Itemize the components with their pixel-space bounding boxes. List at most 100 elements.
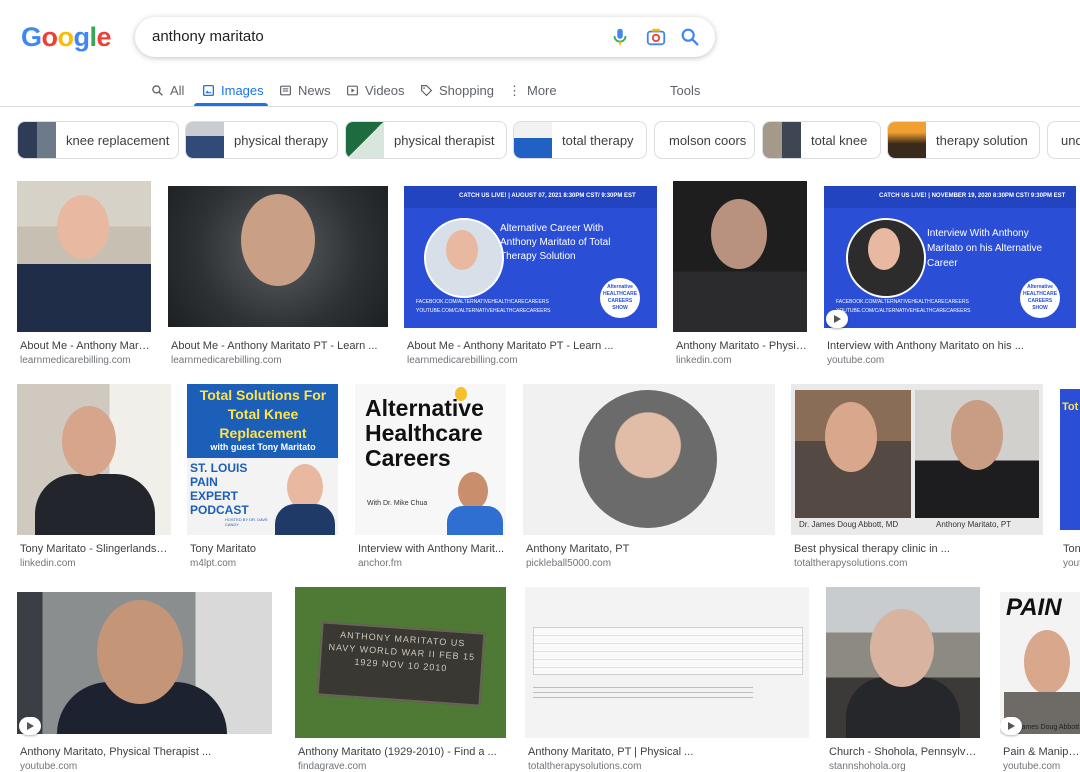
- podcast-cover-title: Alternative Healthcare Careers: [365, 395, 484, 471]
- tab-label: All: [170, 82, 185, 98]
- result-source: youtube.com: [1003, 761, 1061, 772]
- podcast-cover-host: With Dr. Mike Chua: [367, 500, 428, 507]
- result-image: Total Solutions For Total Knee Replaceme…: [187, 384, 338, 535]
- tab-all[interactable]: All: [151, 80, 184, 100]
- image-result[interactable]: Anthony Maritato - Physic... linkedin.co…: [673, 181, 810, 371]
- google-logo[interactable]: Google: [21, 22, 112, 53]
- image-result[interactable]: Dr. James Doug Abbott, MD Anthony Marita…: [791, 384, 1045, 574]
- microphone-icon[interactable]: [609, 26, 631, 48]
- result-title: Tony Maritato: [190, 543, 257, 555]
- result-title: Anthony Maritato, PT | Physical ...: [528, 746, 694, 758]
- result-source: totaltherapysolutions.com: [794, 558, 908, 569]
- play-icon: [19, 717, 41, 735]
- image-result[interactable]: Church - Shohola, Pennsylvania stannshoh…: [826, 587, 982, 772]
- podcast-title: Total Solutions For Total Knee Replaceme…: [199, 387, 327, 441]
- result-title: Church - Shohola, Pennsylvania: [829, 746, 981, 758]
- result-source: learnmedicarebilling.com: [171, 355, 282, 366]
- result-title: Interview with Anthony Marit...: [358, 543, 505, 555]
- show-badge: Alternative HEALTHCARE CAREERS SHOW: [600, 278, 640, 318]
- result-source: findagrave.com: [298, 761, 367, 772]
- tab-label: Tools: [670, 82, 701, 98]
- result-source: pickleball5000.com: [526, 558, 612, 569]
- result-image: [17, 384, 171, 535]
- result-image: [673, 181, 807, 332]
- tab-images[interactable]: Images: [202, 80, 264, 100]
- chip-label: knee replacement: [66, 132, 170, 148]
- banner-title: Interview With Anthony Maritato on his A…: [927, 228, 1043, 269]
- show-badge: Alternative HEALTHCARE CAREERS SHOW: [1020, 278, 1060, 318]
- tab-videos[interactable]: Videos: [346, 80, 405, 100]
- result-title: Anthony Maritato, Physical Therapist ...: [20, 746, 212, 758]
- result-image: CATCH US LIVE! | NOVEMBER 19, 2020 8:30P…: [824, 186, 1076, 328]
- header-divider: [0, 106, 1080, 107]
- result-title: About Me - Anthony Maritato PT - Learn .…: [171, 340, 378, 352]
- play-icon: [1000, 717, 1022, 735]
- chip-molson-coors[interactable]: molson coors: [654, 121, 755, 159]
- tab-label: Videos: [365, 82, 405, 98]
- chip-knee-replacement[interactable]: knee replacement: [17, 121, 179, 159]
- result-source: totaltherapysolutions.com: [528, 761, 642, 772]
- caption-right: Anthony Maritato, PT: [936, 520, 1012, 529]
- image-result[interactable]: PAIN James Doug Abbott Pain & Manipulat …: [1000, 587, 1080, 772]
- image-result[interactable]: ANTHONY MARITATO US NAVY WORLD WAR II FE…: [295, 587, 508, 772]
- result-source: learnmedicarebilling.com: [20, 355, 131, 366]
- result-image: Tot: [1060, 389, 1080, 530]
- chip-thumbnail: [763, 122, 801, 158]
- result-title: Ton: [1063, 543, 1080, 555]
- chip-thumbnail: [18, 122, 56, 158]
- result-source: youtube.com: [20, 761, 78, 772]
- image-result[interactable]: Anthony Maritato, PT pickleball5000.com: [523, 384, 777, 574]
- result-image: Alternative Healthcare Careers With Dr. …: [355, 384, 506, 535]
- chip-partial[interactable]: und: [1047, 121, 1080, 159]
- banner-title: Alternative Career With Anthony Maritato…: [500, 223, 611, 262]
- tools-button[interactable]: Tools: [670, 80, 700, 100]
- image-result[interactable]: Total Solutions For Total Knee Replaceme…: [187, 384, 341, 574]
- search-icon[interactable]: [679, 26, 701, 48]
- result-source: linkedin.com: [20, 558, 76, 569]
- chip-thumbnail: [514, 122, 552, 158]
- banner-date: CATCH US LIVE! | AUGUST 07, 2021 8:30PM …: [459, 193, 636, 199]
- tab-label: More: [527, 82, 557, 98]
- tab-more[interactable]: ⋮ More: [508, 80, 557, 100]
- result-source: youtube.com: [827, 355, 885, 366]
- podcast-guest: with guest Tony Maritato: [210, 442, 316, 452]
- image-result[interactable]: CATCH US LIVE! | AUGUST 07, 2021 8:30PM …: [404, 181, 658, 371]
- video-icon: [347, 85, 358, 95]
- image-result[interactable]: CATCH US LIVE! | NOVEMBER 19, 2020 8:30P…: [824, 181, 1080, 371]
- result-source: linkedin.com: [676, 355, 732, 366]
- image-result[interactable]: Anthony Maritato, PT | Physical ... tota…: [525, 587, 811, 772]
- image-result[interactable]: About Me - Anthony Marit... learnmedicar…: [17, 181, 154, 371]
- tab-label: Images: [221, 82, 264, 98]
- result-title: Anthony Maritato - Physic...: [676, 340, 807, 352]
- news-icon: [280, 85, 291, 95]
- chip-physical-therapist[interactable]: physical therapist: [345, 121, 507, 159]
- chip-total-therapy[interactable]: total therapy: [513, 121, 647, 159]
- image-result[interactable]: Anthony Maritato, Physical Therapist ...…: [17, 587, 274, 772]
- chip-thumbnail: [186, 122, 224, 158]
- chip-total-knee[interactable]: total knee: [762, 121, 881, 159]
- tag-icon: [421, 84, 433, 96]
- tab-label: News: [298, 82, 331, 98]
- image-result[interactable]: Alternative Healthcare Careers With Dr. …: [355, 384, 508, 574]
- result-image: [17, 592, 272, 734]
- result-image: [826, 587, 980, 738]
- chip-physical-therapy[interactable]: physical therapy: [185, 121, 338, 159]
- image-result[interactable]: Tot Ton yout: [1060, 384, 1080, 574]
- image-result[interactable]: About Me - Anthony Maritato PT - Learn .…: [168, 181, 390, 371]
- search-box[interactable]: anthony maritato: [135, 17, 715, 57]
- banner-footer: FACEBOOK.COM/ALTERNATIVEHEALTHCARECAREER…: [416, 299, 551, 314]
- result-title: About Me - Anthony Marit...: [20, 340, 151, 352]
- result-image: [525, 587, 809, 738]
- result-title: About Me - Anthony Maritato PT - Learn .…: [407, 340, 614, 352]
- chip-thumbnail: [888, 122, 926, 158]
- tab-shopping[interactable]: Shopping: [420, 80, 494, 100]
- result-image: ANTHONY MARITATO US NAVY WORLD WAR II FE…: [295, 587, 506, 738]
- chip-therapy-solution[interactable]: therapy solution: [887, 121, 1040, 159]
- result-image: [168, 186, 388, 327]
- search-input[interactable]: anthony maritato: [152, 28, 264, 45]
- tab-news[interactable]: News: [279, 80, 331, 100]
- banner-date: CATCH US LIVE! | NOVEMBER 19, 2020 8:30P…: [879, 193, 1066, 199]
- chip-label: total knee: [811, 132, 868, 148]
- image-result[interactable]: Tony Maritato - Slingerlands, ... linked…: [17, 384, 173, 574]
- camera-lens-icon[interactable]: [645, 26, 667, 48]
